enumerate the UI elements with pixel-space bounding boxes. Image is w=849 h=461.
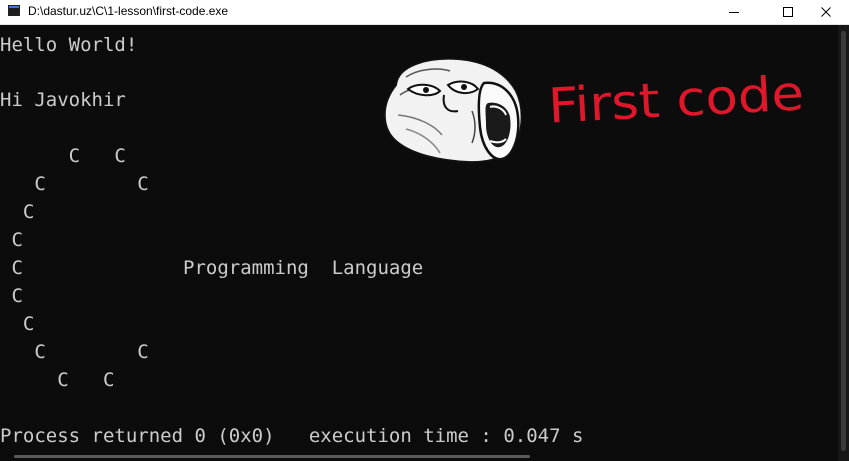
art-line: C: [0, 201, 35, 223]
art-line: C C: [0, 145, 126, 167]
art-line: C C: [0, 173, 149, 195]
hello-line: Hello World!: [0, 34, 138, 56]
art-line: C: [0, 285, 23, 307]
handwritten-text: First code: [547, 66, 806, 132]
window-title: D:\dastur.uz\C\1-lesson\first-code.exe: [28, 4, 229, 18]
minimize-button[interactable]: [711, 0, 757, 24]
handwritten-annotation: First code: [547, 66, 806, 132]
process-status-line: Process returned 0 (0x0) execution time …: [0, 425, 584, 447]
greeting-line: Hi Javokhir: [0, 89, 126, 111]
maximize-icon: [783, 7, 793, 17]
art-line: C: [0, 229, 23, 251]
art-line: C C: [0, 369, 115, 391]
title-bar[interactable]: D:\dastur.uz\C\1-lesson\first-code.exe: [0, 0, 849, 25]
troll-face-icon: [383, 57, 523, 164]
art-line: C: [0, 313, 35, 335]
scrollbar-thumb[interactable]: [841, 31, 846, 451]
console-app-icon: [8, 5, 20, 16]
art-line: C C: [0, 341, 149, 363]
close-icon: [821, 7, 831, 17]
close-button[interactable]: [803, 0, 849, 24]
horizontal-scrollbar-thumb[interactable]: [14, 455, 530, 458]
vertical-scrollbar[interactable]: [838, 25, 849, 461]
art-line-programming-language: C Programming Language: [0, 257, 424, 279]
console-window: D:\dastur.uz\C\1-lesson\first-code.exe H…: [0, 0, 849, 461]
minimize-icon: [729, 12, 739, 13]
